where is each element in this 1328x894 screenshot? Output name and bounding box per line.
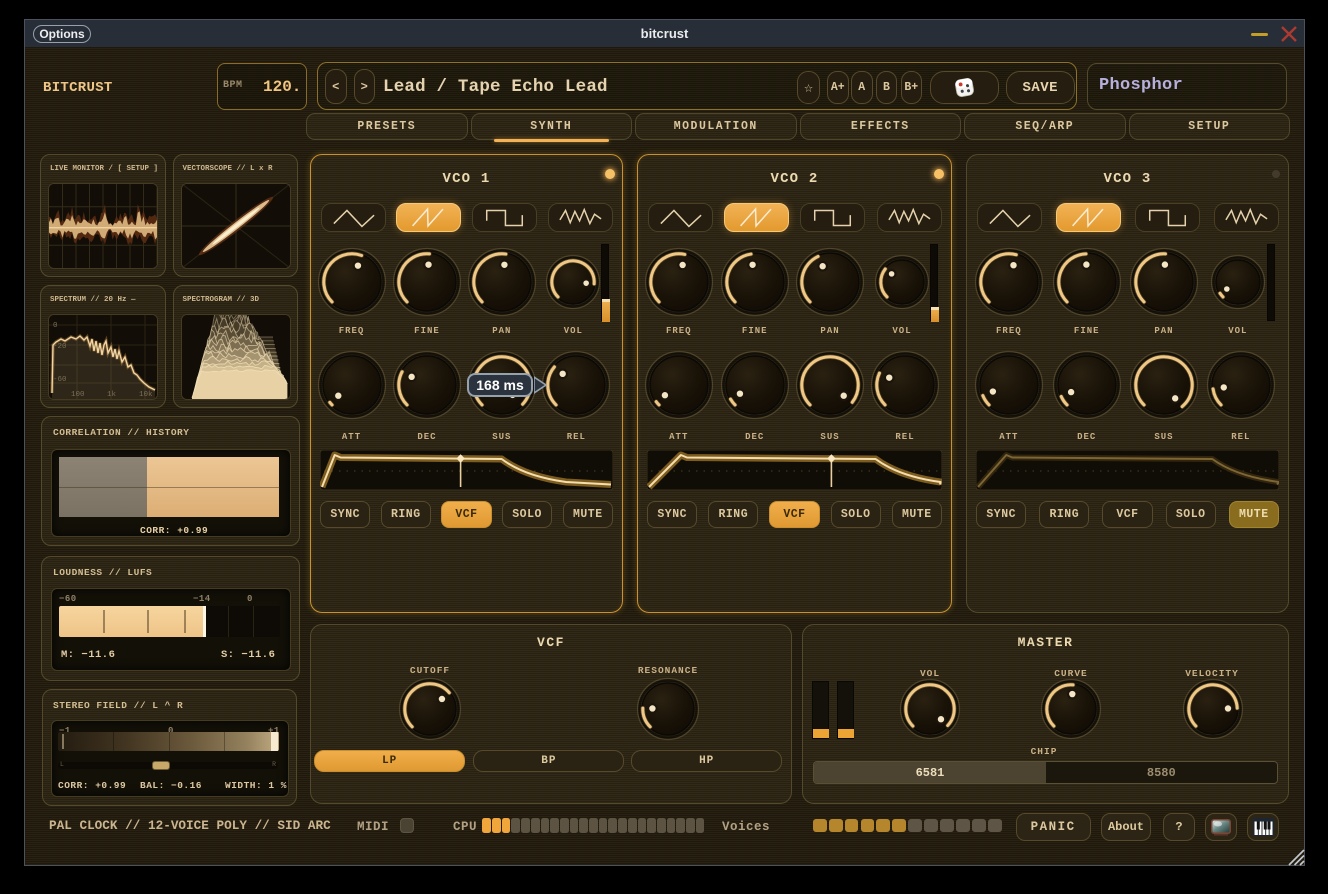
svg-text:-20: -20 — [53, 343, 67, 351]
svg-text:-60: -60 — [53, 376, 67, 384]
svg-text:10k: 10k — [139, 391, 153, 399]
svg-text:0: 0 — [53, 322, 58, 330]
svg-text:100: 100 — [71, 391, 85, 399]
svg-text:1k: 1k — [107, 391, 117, 399]
